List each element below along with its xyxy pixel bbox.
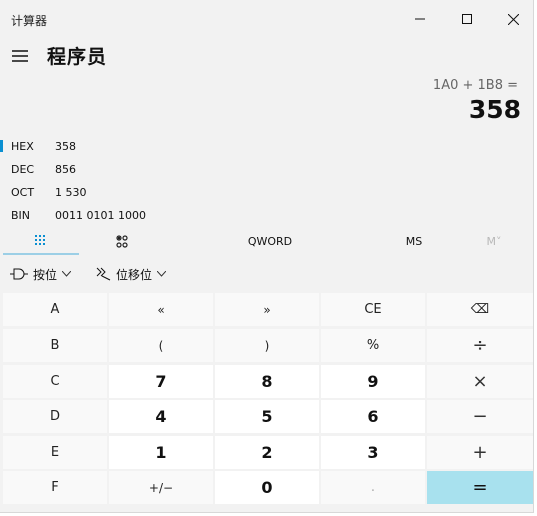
bit-toggle-keypad-icon [116, 234, 128, 248]
equals-key[interactable]: = [427, 471, 533, 504]
bitwise-label: 按位 [33, 267, 58, 282]
add-key[interactable]: + [427, 436, 533, 469]
minimize-button[interactable] [397, 4, 443, 34]
hex-b-key[interactable]: B [3, 329, 107, 362]
hex-c-key[interactable]: C [3, 365, 107, 398]
bit-toggle-keypad-tab[interactable] [100, 229, 144, 253]
digit-1-key[interactable]: 1 [109, 436, 213, 469]
keypad-toolbar: QWORD MS M˅ [0, 229, 533, 255]
mode-header: 程序员 [0, 38, 533, 78]
digit-0-key[interactable]: 0 [215, 471, 319, 504]
title-bar[interactable]: 计算器 [0, 4, 533, 34]
open-paren-key[interactable]: ( [109, 329, 213, 362]
bitwise-menu[interactable]: 按位 [10, 262, 72, 286]
digit-4-key[interactable]: 4 [109, 400, 213, 433]
digit-5-key[interactable]: 5 [215, 400, 319, 433]
calculator-window: 计算器 程序员 1A0 + 1B8 = 358 HEX 358 DEC 856 OCT 1… [0, 0, 534, 513]
radix-value: 0011 0101 1000 [55, 209, 146, 222]
word-size-button[interactable]: QWORD [230, 229, 310, 253]
radix-label: OCT [11, 186, 35, 199]
hex-f-key[interactable]: F [3, 471, 107, 504]
radix-row-bin[interactable]: BIN 0011 0101 1000 [0, 206, 300, 228]
radix-row-hex[interactable]: HEX 358 [0, 137, 300, 159]
shift-right-key[interactable]: » [215, 293, 319, 326]
subtract-key[interactable]: − [427, 400, 533, 433]
maximize-icon [462, 14, 472, 24]
decimal-key[interactable]: . [321, 471, 425, 504]
divide-key[interactable]: ÷ [427, 329, 533, 362]
mode-title: 程序员 [47, 46, 108, 68]
keypad: A «» CE ⌫ B()% ÷ C 7 8 9 × D 4 5 6− E 1 2 3 + F +/− 0. = [3, 293, 533, 507]
radix-value: 358 [55, 140, 76, 153]
radix-label: HEX [11, 140, 34, 153]
hex-a-key[interactable]: A [3, 293, 107, 326]
digit-7-key[interactable]: 7 [109, 365, 213, 398]
digit-3-key[interactable]: 3 [321, 436, 425, 469]
digit-8-key[interactable]: 8 [215, 365, 319, 398]
multiply-key[interactable]: × [427, 365, 533, 398]
result-display: 358 [468, 95, 521, 124]
menu-button[interactable] [8, 42, 32, 70]
clear-entry-key[interactable]: CE [321, 293, 425, 326]
digit-6-key[interactable]: 6 [321, 400, 425, 433]
hex-d-key[interactable]: D [3, 400, 107, 433]
full-keypad-tab[interactable] [3, 229, 79, 255]
radix-row-dec[interactable]: DEC 856 [0, 160, 300, 182]
radix-value: 856 [55, 163, 76, 176]
digit-9-key[interactable]: 9 [321, 365, 425, 398]
full-keypad-icon [34, 234, 45, 245]
chevron-down-icon [157, 271, 167, 277]
bit-shift-label: 位移位 [116, 267, 153, 282]
shift-left-key[interactable]: « [109, 293, 213, 326]
radix-value: 1 530 [55, 186, 87, 199]
modulo-key[interactable]: % [321, 329, 425, 362]
chevron-down-icon [62, 271, 72, 277]
bit-shift-icon [96, 267, 111, 281]
bit-shift-menu[interactable]: 位移位 [96, 262, 167, 286]
memory-store-button[interactable]: MS [392, 229, 436, 253]
bitwise-row: 按位 位移位 [0, 262, 533, 288]
active-radix-indicator [0, 140, 3, 152]
hex-e-key[interactable]: E [3, 436, 107, 469]
close-paren-key[interactable]: ) [215, 329, 319, 362]
radix-row-oct[interactable]: OCT 1 530 [0, 183, 300, 205]
close-button[interactable] [490, 4, 533, 34]
hamburger-icon [12, 50, 28, 62]
backspace-key[interactable]: ⌫ [427, 293, 533, 326]
memory-view-button[interactable]: M˅ [472, 229, 516, 253]
radix-label: DEC [11, 163, 35, 176]
app-title: 计算器 [11, 14, 48, 28]
radix-label: BIN [11, 209, 31, 222]
maximize-button[interactable] [444, 4, 490, 34]
minimize-icon [415, 18, 425, 20]
digit-2-key[interactable]: 2 [215, 436, 319, 469]
close-icon [507, 13, 519, 25]
logic-gate-icon [10, 268, 28, 280]
negate-key[interactable]: +/− [109, 471, 213, 504]
expression-display: 1A0 + 1B8 = [432, 78, 518, 93]
